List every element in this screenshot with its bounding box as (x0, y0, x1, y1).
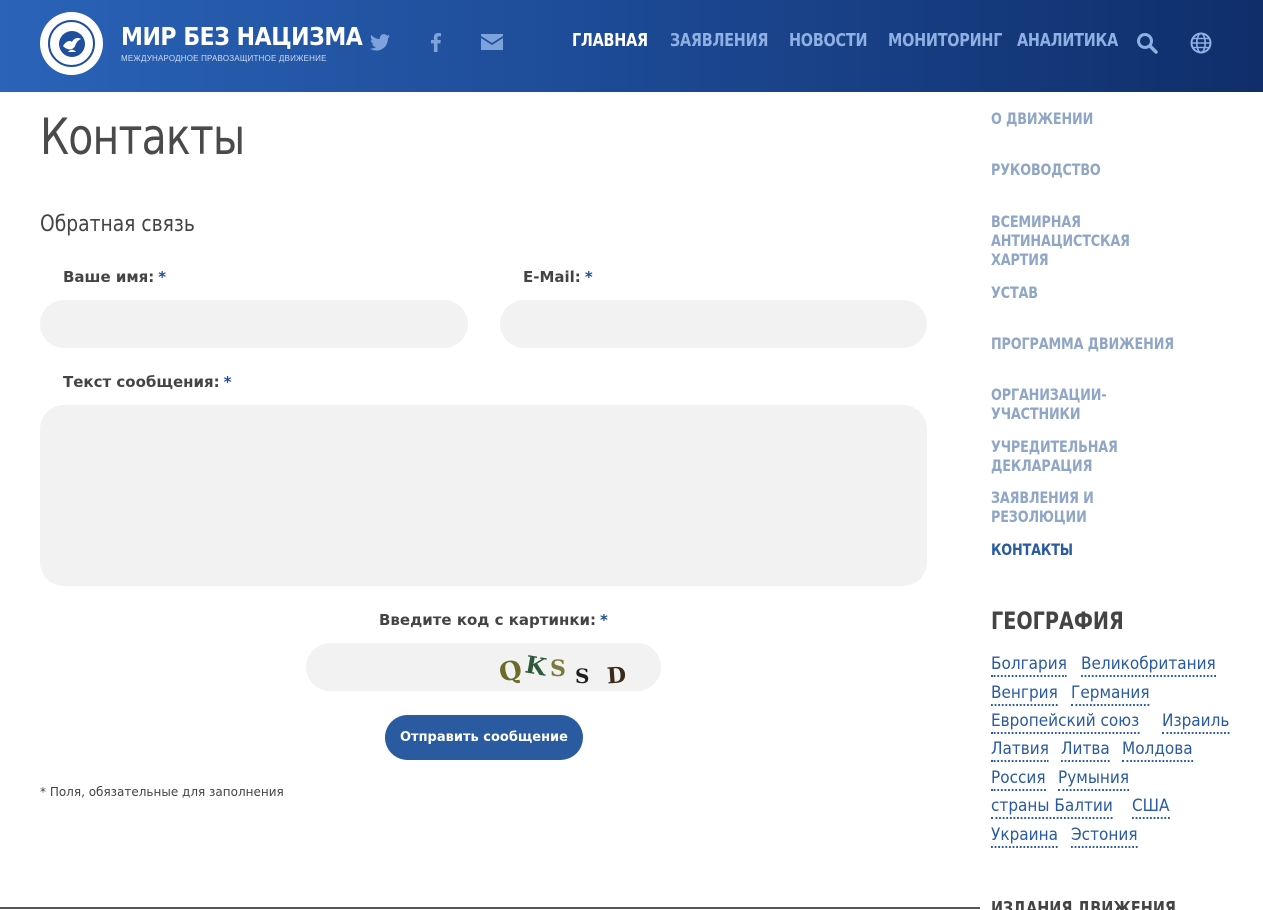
dove-emblem-icon (48, 20, 95, 67)
required-mark: * (600, 611, 608, 629)
geo-tag-moldova[interactable]: Молдова (1121, 739, 1193, 762)
site-title[interactable]: МИР БЕЗ НАЦИЗМА (121, 22, 363, 51)
message-textarea[interactable] (40, 405, 927, 586)
geo-row: Латвия Литва Молдова (991, 739, 1206, 762)
email-label-text: E-Mail: (523, 268, 581, 286)
sidebar-item-leadership[interactable]: РУКОВОДСТВО (991, 160, 1175, 179)
captcha-image: Q K S S D (496, 650, 627, 688)
sidebar-item-contacts[interactable]: КОНТАКТЫ (991, 540, 1175, 559)
logo[interactable] (40, 12, 103, 75)
geo-tag-uk[interactable]: Великобритания (1081, 654, 1217, 677)
site-header: МИР БЕЗ НАЦИЗМА МЕЖДУНАРОДНОЕ ПРАВОЗАЩИТ… (0, 0, 1263, 92)
submit-button[interactable]: Отправить сообщение (385, 715, 583, 760)
geo-row: Европейский союз Израиль (991, 711, 1243, 734)
geo-row: Венгрия Германия (991, 683, 1164, 706)
nav-item-statements[interactable]: ЗАЯВЛЕНИЯ (670, 30, 769, 51)
site-subtitle: МЕЖДУНАРОДНОЕ ПРАВОЗАЩИТНОЕ ДВИЖЕНИЕ (121, 54, 327, 63)
geo-tag-baltic-states[interactable]: страны Балтии (991, 796, 1113, 819)
geo-row: Россия Румыния (991, 768, 1143, 791)
geo-tag-russia[interactable]: Россия (991, 768, 1046, 791)
email-input[interactable] (500, 300, 927, 348)
captcha-label-text: Введите код с картинки: (379, 611, 597, 629)
svg-text:Q: Q (496, 655, 524, 688)
nav-item-monitoring[interactable]: МОНИТОРИНГ (888, 30, 1002, 51)
geography-heading: ГЕОГРАФИЯ (991, 607, 1124, 635)
sidebar-item-charter[interactable]: ВСЕМИРНАЯ АНТИНАЦИСТСКАЯ ХАРТИЯ (991, 212, 1191, 269)
section-title: Обратная связь (40, 212, 195, 237)
geo-tag-israel[interactable]: Израиль (1161, 711, 1230, 734)
facebook-icon[interactable] (428, 28, 444, 56)
twitter-icon[interactable] (368, 28, 392, 56)
svg-text:S: S (575, 664, 589, 688)
sidebar-item-resolutions[interactable]: ЗАЯВЛЕНИЯ И РЕЗОЛЮЦИИ (991, 488, 1175, 526)
svg-text:S: S (550, 656, 566, 682)
footer-divider (0, 907, 980, 909)
geo-tag-romania[interactable]: Румыния (1057, 768, 1129, 791)
geo-tag-latvia[interactable]: Латвия (991, 739, 1049, 762)
page-title: Контакты (40, 108, 245, 166)
sidebar-item-statute[interactable]: УСТАВ (991, 283, 1175, 302)
nav-item-news[interactable]: НОВОСТИ (789, 30, 868, 51)
svg-text:K: K (523, 650, 550, 682)
geo-tag-estonia[interactable]: Эстония (1071, 825, 1138, 848)
sidebar-item-declaration[interactable]: УЧРЕДИТЕЛЬНАЯ ДЕКЛАРАЦИЯ (991, 437, 1175, 475)
sidebar-item-about[interactable]: О ДВИЖЕНИИ (991, 109, 1175, 128)
name-label-text: Ваше имя: (63, 268, 155, 286)
name-input[interactable] (40, 300, 468, 348)
globe-icon[interactable] (1190, 32, 1212, 54)
geo-tag-ukraine[interactable]: Украина (991, 825, 1058, 848)
required-mark: * (223, 373, 232, 391)
search-icon[interactable] (1136, 32, 1158, 54)
geo-row: Болгария Великобритания (991, 654, 1237, 677)
geo-tag-bulgaria[interactable]: Болгария (991, 654, 1067, 677)
nav-item-home[interactable]: ГЛАВНАЯ (572, 30, 648, 51)
geo-tag-usa[interactable]: США (1132, 796, 1170, 819)
email-label: E-Mail: * (523, 268, 593, 286)
required-mark: * (158, 268, 167, 286)
nav-item-analytics[interactable]: АНАЛИТИКА (1017, 30, 1118, 51)
message-label: Текст сообщения: * (63, 373, 232, 391)
message-label-text: Текст сообщения: (63, 373, 220, 391)
envelope-icon[interactable] (480, 28, 504, 56)
geo-tag-germany[interactable]: Германия (1071, 683, 1150, 706)
required-mark: * (584, 268, 593, 286)
geo-tag-hungary[interactable]: Венгрия (991, 683, 1058, 706)
geo-row: Украина Эстония (991, 825, 1151, 848)
svg-text:D: D (606, 662, 627, 688)
required-note: * Поля, обязательные для заполнения (40, 785, 284, 799)
geo-tag-lithuania[interactable]: Литва (1061, 739, 1111, 762)
name-label: Ваше имя: * (63, 268, 166, 286)
publications-heading: ИЗДАНИЯ ДВИЖЕНИЯ (991, 898, 1176, 910)
sidebar-item-members[interactable]: ОРГАНИЗАЦИИ-УЧАСТНИКИ (991, 385, 1175, 423)
geo-tag-eu[interactable]: Европейский союз (991, 711, 1140, 734)
captcha-label: Введите код с картинки: * (379, 611, 608, 629)
geo-row: страны Балтии США (991, 796, 1180, 819)
sidebar-item-program[interactable]: ПРОГРАММА ДВИЖЕНИЯ (991, 334, 1175, 353)
